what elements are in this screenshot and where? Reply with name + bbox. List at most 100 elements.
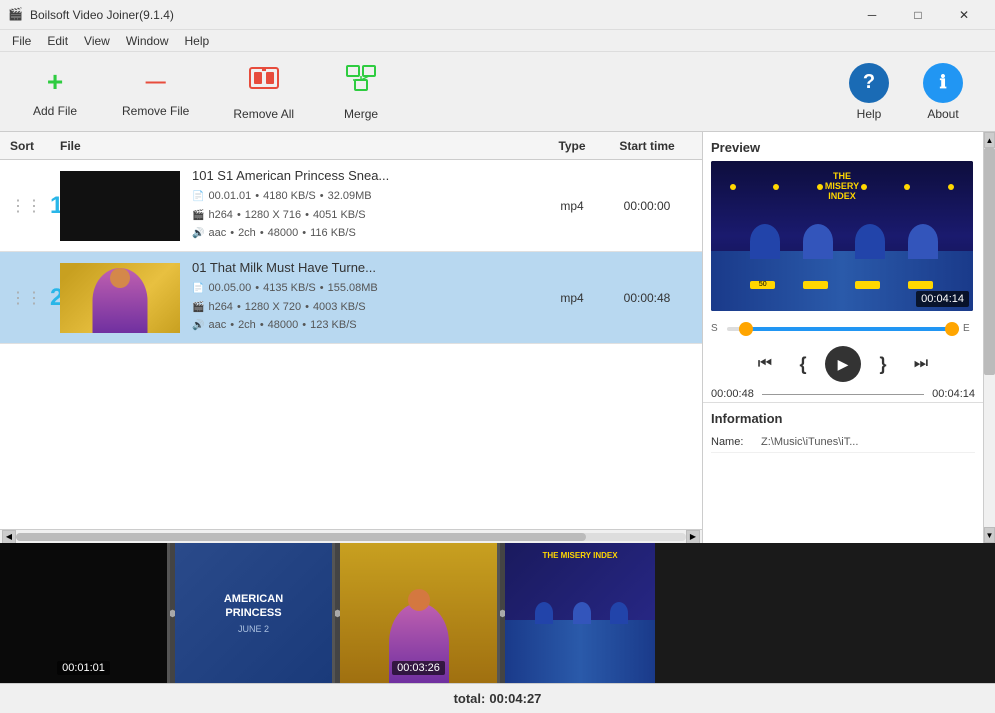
- titlebar: 🎬 Boilsoft Video Joiner(9.1.4) ─ □ ✕: [0, 0, 995, 30]
- scroll-down-button[interactable]: ▼: [984, 527, 995, 543]
- score-2: [803, 281, 828, 289]
- trim-end-thumb[interactable]: [945, 322, 959, 336]
- scroll-vertical-track[interactable]: [984, 148, 995, 527]
- type-column-header: Type: [542, 139, 602, 153]
- file-info-2: 01 That Milk Must Have Turne... 📄 00.05.…: [192, 260, 542, 335]
- table-row[interactable]: ⋮⋮ 1 101 S1 American Princess Snea... 📄 …: [0, 160, 702, 252]
- meta-audio-1: 🔊 aac • 2ch • 48000 • 116 KB/S: [192, 224, 542, 243]
- menu-view[interactable]: View: [76, 32, 118, 50]
- timeline-clip-3[interactable]: 00:03:26: [340, 543, 500, 683]
- drag-handle-icon[interactable]: ⋮⋮: [10, 288, 42, 308]
- file-bitrate-1: 4180 KB/S: [263, 187, 316, 206]
- file-samplerate-1: 48000: [268, 224, 299, 243]
- mark-out-button[interactable]: }: [867, 348, 899, 380]
- scroll-right-button[interactable]: ▶: [686, 530, 700, 544]
- remove-all-button[interactable]: Remove All: [221, 58, 306, 125]
- window-controls: ─ □ ✕: [849, 0, 987, 30]
- row-sort-1: ⋮⋮ 1: [10, 192, 60, 220]
- scroll-thumb: [16, 533, 586, 541]
- statusbar: total: 00:04:27: [0, 683, 995, 713]
- contestant-4: [908, 224, 938, 259]
- time-display: 00:00:48 00:04:14: [703, 386, 983, 402]
- maximize-button[interactable]: □: [895, 0, 941, 30]
- clip-time-3: 00:03:26: [392, 661, 445, 675]
- clip-content-4: THE MISERY INDEX: [505, 543, 655, 683]
- remove-all-label: Remove All: [233, 107, 294, 121]
- score-4: [908, 281, 933, 289]
- stage-light: [904, 184, 910, 190]
- file-abitrate-1: 116 KB/S: [310, 224, 356, 243]
- merge-button[interactable]: Merge: [326, 58, 396, 125]
- table-row[interactable]: ⋮⋮ 2 01 That Milk Must Have Turne... 📄 0…: [0, 252, 702, 344]
- file-resolution-1: 1280 X 716: [245, 206, 301, 225]
- about-button[interactable]: ℹ About: [911, 59, 975, 125]
- trim-controls: S E: [703, 319, 983, 342]
- empty-list-area: [0, 344, 702, 529]
- play-button[interactable]: ▶: [825, 346, 861, 382]
- close-button[interactable]: ✕: [941, 0, 987, 30]
- trim-slider-row: S E: [711, 323, 975, 334]
- file-audio-2: aac: [208, 316, 226, 335]
- merge-icon: [345, 62, 377, 101]
- clip-person-1: [535, 602, 553, 624]
- file-size-2: 155.08MB: [328, 279, 378, 298]
- file-duration-1: 00.01.01: [208, 187, 251, 206]
- video-icon: 🎬: [192, 299, 204, 316]
- trim-start-thumb[interactable]: [739, 322, 753, 336]
- clip-content-2: AMERICANPRINCESS JUNE 2: [175, 543, 332, 683]
- audio-icon: 🔊: [192, 225, 204, 242]
- clip-podium-4: [505, 620, 655, 683]
- scroll-vertical-thumb: [984, 148, 995, 375]
- help-label: Help: [857, 107, 882, 121]
- timeline-clip-2[interactable]: AMERICANPRINCESS JUNE 2: [175, 543, 335, 683]
- next-button[interactable]: ⏭: [905, 348, 937, 380]
- help-group: ? Help ℹ About: [837, 59, 975, 125]
- file-meta-2: 📄 00.05.00 • 4135 KB/S • 155.08MB 🎬 h264…: [192, 279, 542, 335]
- menu-help[interactable]: Help: [177, 32, 218, 50]
- trim-range: [739, 327, 959, 331]
- clip-person-2: [573, 602, 591, 624]
- file-audio-1: aac: [208, 224, 226, 243]
- info-name-value: Z:\Music\iTunes\iT...: [761, 436, 858, 448]
- preview-section: Preview THEMISERYINDEX: [703, 132, 983, 319]
- app-icon: 🎬: [8, 7, 24, 23]
- menu-window[interactable]: Window: [118, 32, 177, 50]
- main-area: Sort File Type Start time ⋮⋮ 1 101 S1 Am…: [0, 132, 995, 543]
- menu-edit[interactable]: Edit: [39, 32, 76, 50]
- scroll-up-button[interactable]: ▲: [984, 132, 995, 148]
- horizontal-scrollbar[interactable]: ◀ ▶: [0, 529, 702, 543]
- merge-label: Merge: [344, 107, 378, 121]
- timeline-clip-1[interactable]: 00:01:01: [0, 543, 170, 683]
- add-file-button[interactable]: + Add File: [20, 62, 90, 122]
- file-title-2: 01 That Milk Must Have Turne...: [192, 260, 542, 275]
- file-meta-1: 📄 00.01.01 • 4180 KB/S • 32.09MB 🎬 h264 …: [192, 187, 542, 243]
- menubar: File Edit View Window Help: [0, 30, 995, 52]
- drag-handle-icon[interactable]: ⋮⋮: [10, 196, 42, 216]
- minimize-button[interactable]: ─: [849, 0, 895, 30]
- vertical-scrollbar[interactable]: ▲ ▼: [983, 132, 995, 543]
- stage-light: [730, 184, 736, 190]
- menu-file[interactable]: File: [4, 32, 39, 50]
- mark-in-button[interactable]: {: [787, 348, 819, 380]
- clip-show-title: THE MISERY INDEX: [542, 551, 617, 560]
- row-sort-2: ⋮⋮ 2: [10, 284, 60, 312]
- thumbnail-1: [60, 171, 180, 241]
- contestant-2: [803, 224, 833, 259]
- scroll-left-button[interactable]: ◀: [2, 530, 16, 544]
- preview-video: THEMISERYINDEX 50: [711, 161, 973, 311]
- prev-button[interactable]: ⏮: [749, 348, 781, 380]
- add-file-label: Add File: [33, 104, 77, 118]
- timeline-clip-4[interactable]: THE MISERY INDEX: [505, 543, 655, 683]
- help-button[interactable]: ? Help: [837, 59, 901, 125]
- file-codec-1: h264: [208, 206, 232, 225]
- meta-video-1: 🎬 h264 • 1280 X 716 • 4051 KB/S: [192, 206, 542, 225]
- file-codec-2: h264: [208, 298, 232, 317]
- scroll-track[interactable]: [16, 533, 686, 541]
- stage-light: [773, 184, 779, 190]
- trim-slider[interactable]: [727, 327, 959, 331]
- remove-file-button[interactable]: ─ Remove File: [110, 62, 201, 122]
- contestant-1: [750, 224, 780, 259]
- thumbnail-2: [60, 263, 180, 333]
- meta-general-2: 📄 00.05.00 • 4135 KB/S • 155.08MB: [192, 279, 542, 298]
- clip-text-date: JUNE 2: [238, 624, 269, 634]
